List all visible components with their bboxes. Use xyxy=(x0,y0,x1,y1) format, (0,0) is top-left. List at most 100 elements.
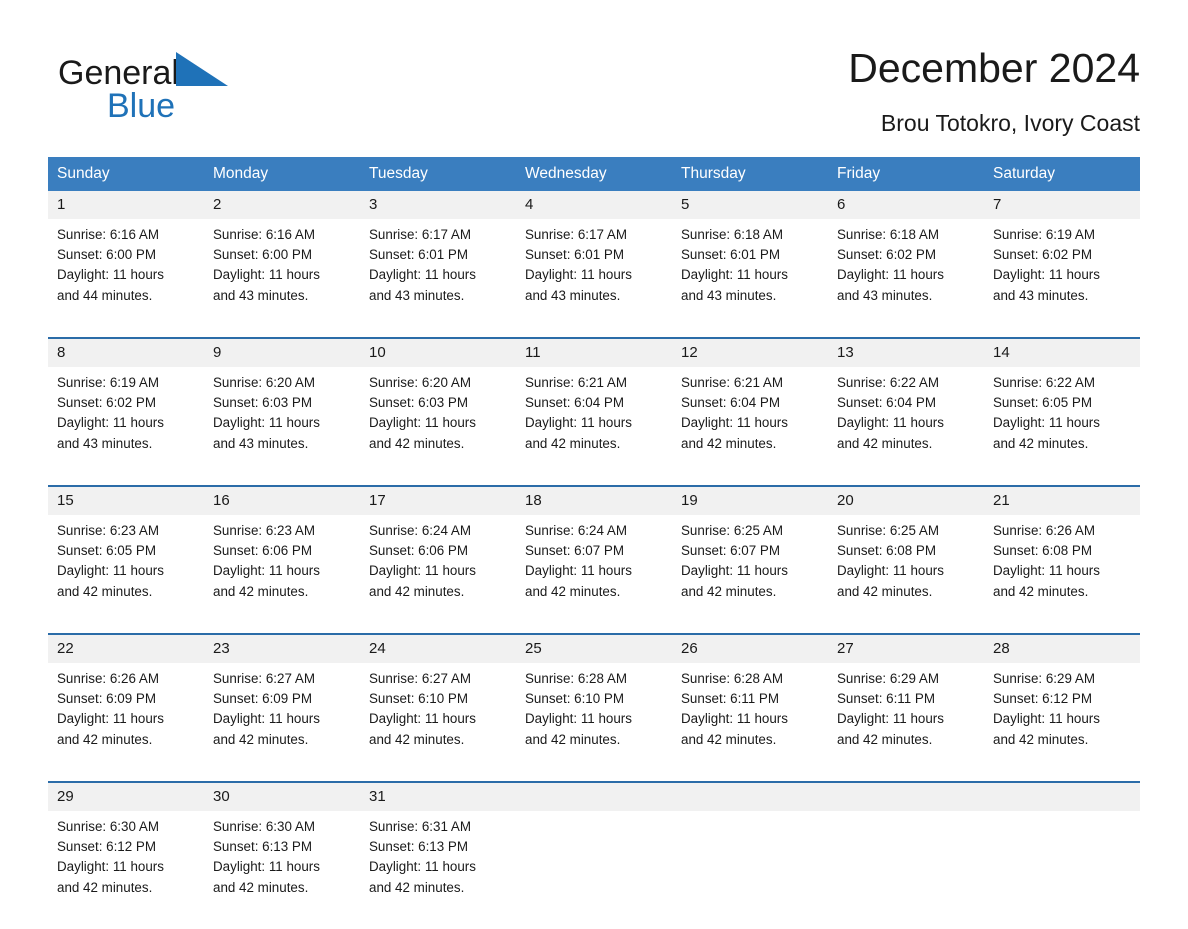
day-number[interactable]: 9 xyxy=(204,337,360,367)
sunrise-text: Sunrise: 6:17 AM xyxy=(525,227,627,242)
sunrise-text: Sunrise: 6:28 AM xyxy=(525,671,627,686)
day-details: Sunrise: 6:20 AM Sunset: 6:03 PM Dayligh… xyxy=(204,367,360,486)
day-number[interactable]: 31 xyxy=(360,781,516,811)
daylight-text-line2: and 42 minutes. xyxy=(213,879,309,895)
day-number[interactable]: 3 xyxy=(360,191,516,219)
day-number-empty xyxy=(672,781,828,811)
daylight-text-line1: Daylight: 11 hours xyxy=(525,711,632,727)
day-number[interactable]: 19 xyxy=(672,485,828,515)
day-details: Sunrise: 6:21 AM Sunset: 6:04 PM Dayligh… xyxy=(672,367,828,486)
day-number[interactable]: 27 xyxy=(828,633,984,663)
sunset-text: Sunset: 6:07 PM xyxy=(681,543,780,559)
page-header: General Blue December 2024 Brou Totokro,… xyxy=(48,42,1140,150)
daylight-text-line1: Daylight: 11 hours xyxy=(57,711,164,727)
sunset-text: Sunset: 6:06 PM xyxy=(213,543,312,559)
daylight-text-line1: Daylight: 11 hours xyxy=(369,859,476,875)
day-number[interactable]: 14 xyxy=(984,337,1140,367)
day-number[interactable]: 30 xyxy=(204,781,360,811)
sunset-text: Sunset: 6:02 PM xyxy=(57,395,156,411)
day-number[interactable]: 24 xyxy=(360,633,516,663)
daylight-text-line2: and 42 minutes. xyxy=(57,583,153,599)
day-number[interactable]: 10 xyxy=(360,337,516,367)
weekday-header-friday: Friday xyxy=(828,157,984,191)
daylight-text-line1: Daylight: 11 hours xyxy=(681,267,788,283)
day-number[interactable]: 2 xyxy=(204,191,360,219)
day-number[interactable]: 29 xyxy=(48,781,204,811)
daylight-text-line2: and 42 minutes. xyxy=(837,731,933,747)
sunset-text: Sunset: 6:11 PM xyxy=(681,691,780,707)
sunrise-text: Sunrise: 6:23 AM xyxy=(213,523,315,538)
sunrise-text: Sunrise: 6:26 AM xyxy=(993,523,1095,538)
day-number[interactable]: 23 xyxy=(204,633,360,663)
sunset-text: Sunset: 6:05 PM xyxy=(57,543,156,559)
day-number[interactable]: 11 xyxy=(516,337,672,367)
daylight-text-line1: Daylight: 11 hours xyxy=(213,415,320,431)
day-number[interactable]: 22 xyxy=(48,633,204,663)
day-details: Sunrise: 6:17 AM Sunset: 6:01 PM Dayligh… xyxy=(360,219,516,338)
day-number[interactable]: 21 xyxy=(984,485,1140,515)
info-row: Sunrise: 6:23 AM Sunset: 6:05 PM Dayligh… xyxy=(48,515,1140,634)
sunset-text: Sunset: 6:00 PM xyxy=(213,247,312,263)
daylight-text-line2: and 43 minutes. xyxy=(57,435,153,451)
day-number[interactable]: 4 xyxy=(516,191,672,219)
daylight-text-line1: Daylight: 11 hours xyxy=(525,267,632,283)
daylight-text-line2: and 42 minutes. xyxy=(369,879,465,895)
daylight-text-line2: and 42 minutes. xyxy=(57,879,153,895)
daylight-text-line2: and 42 minutes. xyxy=(681,435,777,451)
day-number[interactable]: 16 xyxy=(204,485,360,515)
day-number[interactable]: 18 xyxy=(516,485,672,515)
daylight-text-line2: and 42 minutes. xyxy=(213,731,309,747)
day-details: Sunrise: 6:16 AM Sunset: 6:00 PM Dayligh… xyxy=(48,219,204,338)
sunset-text: Sunset: 6:01 PM xyxy=(369,247,468,263)
brand-logo[interactable]: General Blue xyxy=(58,52,318,132)
sunset-text: Sunset: 6:08 PM xyxy=(837,543,936,559)
daylight-text-line1: Daylight: 11 hours xyxy=(369,563,476,579)
day-number[interactable]: 6 xyxy=(828,191,984,219)
daylight-text-line2: and 43 minutes. xyxy=(681,287,777,303)
info-row: Sunrise: 6:19 AM Sunset: 6:02 PM Dayligh… xyxy=(48,367,1140,486)
sunset-text: Sunset: 6:05 PM xyxy=(993,395,1092,411)
day-details: Sunrise: 6:20 AM Sunset: 6:03 PM Dayligh… xyxy=(360,367,516,486)
day-details-empty xyxy=(516,811,672,929)
day-number[interactable]: 15 xyxy=(48,485,204,515)
day-details: Sunrise: 6:18 AM Sunset: 6:02 PM Dayligh… xyxy=(828,219,984,338)
daylight-text-line2: and 42 minutes. xyxy=(681,731,777,747)
day-number[interactable]: 17 xyxy=(360,485,516,515)
sunrise-sunset-calendar: Sunday Monday Tuesday Wednesday Thursday… xyxy=(48,157,1140,929)
day-number[interactable]: 28 xyxy=(984,633,1140,663)
daylight-text-line1: Daylight: 11 hours xyxy=(681,711,788,727)
day-number[interactable]: 20 xyxy=(828,485,984,515)
daylight-text-line1: Daylight: 11 hours xyxy=(837,267,944,283)
day-number[interactable]: 13 xyxy=(828,337,984,367)
sunrise-text: Sunrise: 6:31 AM xyxy=(369,819,471,834)
daylight-text-line2: and 42 minutes. xyxy=(369,731,465,747)
day-number[interactable]: 8 xyxy=(48,337,204,367)
sunset-text: Sunset: 6:08 PM xyxy=(993,543,1092,559)
daylight-text-line1: Daylight: 11 hours xyxy=(525,563,632,579)
day-number[interactable]: 26 xyxy=(672,633,828,663)
day-number[interactable]: 12 xyxy=(672,337,828,367)
daylight-text-line2: and 43 minutes. xyxy=(213,435,309,451)
sunrise-text: Sunrise: 6:27 AM xyxy=(213,671,315,686)
sunset-text: Sunset: 6:06 PM xyxy=(369,543,468,559)
sunrise-text: Sunrise: 6:23 AM xyxy=(57,523,159,538)
daylight-text-line2: and 42 minutes. xyxy=(681,583,777,599)
sunrise-text: Sunrise: 6:19 AM xyxy=(57,375,159,390)
title-block: December 2024 Brou Totokro, Ivory Coast xyxy=(848,42,1140,138)
sunset-text: Sunset: 6:12 PM xyxy=(993,691,1092,707)
info-row: Sunrise: 6:30 AM Sunset: 6:12 PM Dayligh… xyxy=(48,811,1140,929)
day-details: Sunrise: 6:19 AM Sunset: 6:02 PM Dayligh… xyxy=(48,367,204,486)
day-number[interactable]: 5 xyxy=(672,191,828,219)
daylight-text-line2: and 42 minutes. xyxy=(369,435,465,451)
sunrise-text: Sunrise: 6:27 AM xyxy=(369,671,471,686)
day-details: Sunrise: 6:27 AM Sunset: 6:10 PM Dayligh… xyxy=(360,663,516,782)
day-number[interactable]: 1 xyxy=(48,191,204,219)
weekday-header-wednesday: Wednesday xyxy=(516,157,672,191)
sunset-text: Sunset: 6:03 PM xyxy=(369,395,468,411)
sunrise-text: Sunrise: 6:26 AM xyxy=(57,671,159,686)
weekday-header-saturday: Saturday xyxy=(984,157,1140,191)
sunrise-text: Sunrise: 6:22 AM xyxy=(837,375,939,390)
sunrise-text: Sunrise: 6:25 AM xyxy=(681,523,783,538)
day-number[interactable]: 25 xyxy=(516,633,672,663)
day-number[interactable]: 7 xyxy=(984,191,1140,219)
